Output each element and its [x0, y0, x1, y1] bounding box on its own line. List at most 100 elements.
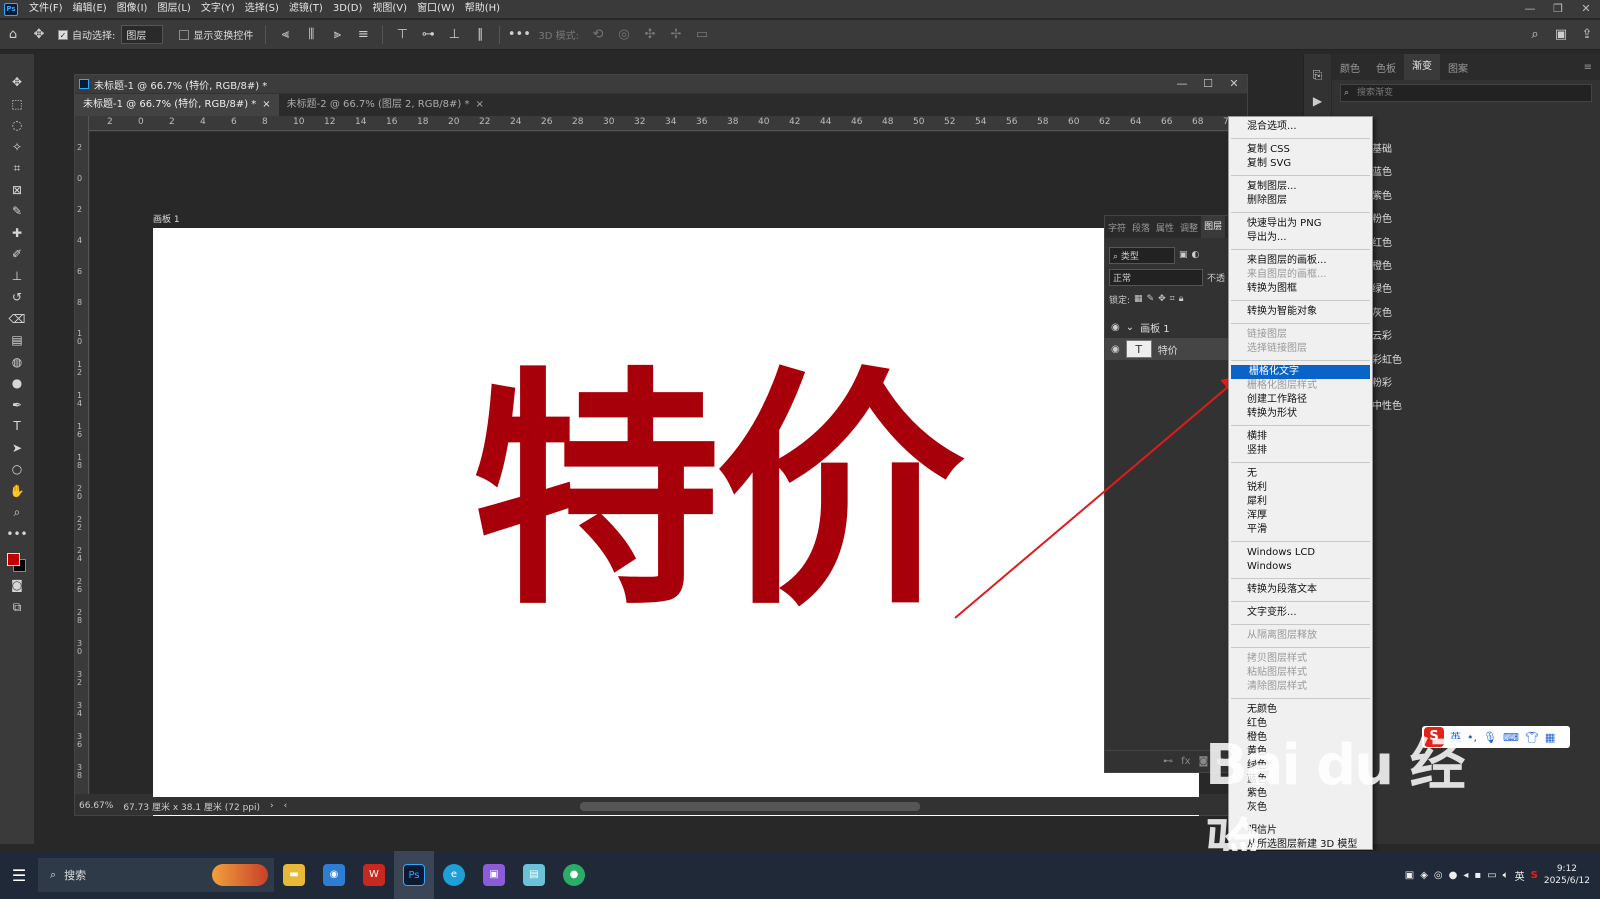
- share-icon[interactable]: ⇪: [1574, 27, 1600, 42]
- context-menu-item[interactable]: 犀利: [1229, 495, 1372, 509]
- hand-tool-icon[interactable]: ✋: [5, 481, 29, 503]
- minimize-icon[interactable]: —: [1516, 0, 1544, 18]
- edge-browser-icon[interactable]: e: [434, 851, 474, 899]
- context-menu-item[interactable]: 平滑: [1229, 523, 1372, 537]
- panel-menu-icon[interactable]: ≡: [1576, 62, 1600, 73]
- lasso-tool-icon[interactable]: ◌: [5, 115, 29, 137]
- menu-item[interactable]: 文件(F): [24, 0, 68, 18]
- tray-arrow-icon[interactable]: ◂: [1463, 870, 1468, 881]
- context-menu-item[interactable]: 复制 CSS: [1229, 143, 1372, 157]
- wechat-icon[interactable]: ●: [554, 851, 594, 899]
- menu-item[interactable]: 选择(S): [240, 0, 284, 18]
- move-tool-icon[interactable]: ✥: [26, 27, 52, 42]
- document-size[interactable]: 67.73 厘米 x 38.1 厘米 (72 ppi): [123, 800, 260, 813]
- microphone-icon[interactable]: 🎙︎: [1483, 731, 1497, 744]
- clock[interactable]: 9:12 2025/6/12: [1544, 863, 1590, 887]
- menu-item[interactable]: 图层(L): [152, 0, 195, 18]
- context-menu-item[interactable]: 转换为段落文本: [1229, 583, 1372, 597]
- chevron-left-icon[interactable]: ‹: [284, 801, 288, 811]
- close-icon[interactable]: ✕: [1221, 75, 1247, 93]
- canvas-area[interactable]: 画板 1 特价: [90, 132, 1247, 816]
- play-actions-icon[interactable]: ▶: [1304, 88, 1331, 114]
- maximize-icon[interactable]: ☐: [1195, 75, 1221, 93]
- menu-item[interactable]: 图像(I): [112, 0, 153, 18]
- context-menu-item[interactable]: 混合选项...: [1229, 120, 1372, 134]
- gradient-group-item[interactable]: 彩虹色: [1372, 351, 1402, 374]
- close-icon[interactable]: ×: [262, 94, 270, 116]
- input-language[interactable]: 英: [1515, 868, 1525, 883]
- context-menu-item[interactable]: 灰色: [1229, 801, 1372, 815]
- move-tool-icon[interactable]: ✥: [5, 72, 29, 94]
- ellipse-tool-icon[interactable]: ○: [5, 459, 29, 481]
- context-menu-item[interactable]: 来自图层的画板...: [1229, 254, 1372, 268]
- horizontal-scrollbar[interactable]: [580, 802, 920, 811]
- crop-tool-icon[interactable]: ⌗: [5, 158, 29, 180]
- blur-tool-icon[interactable]: ◍: [5, 352, 29, 374]
- context-menu-item[interactable]: 蓝色: [1229, 773, 1372, 787]
- skin-icon[interactable]: 👕︎: [1525, 731, 1539, 744]
- menu-item[interactable]: 帮助(H): [460, 0, 505, 18]
- align-top-icon[interactable]: ⊤: [389, 27, 415, 42]
- gradient-group-item[interactable]: 基础: [1372, 140, 1402, 163]
- more-icon[interactable]: •••: [506, 27, 532, 42]
- minimize-icon[interactable]: —: [1169, 75, 1195, 93]
- quick-mask-icon[interactable]: ◙: [5, 575, 29, 597]
- context-menu-item[interactable]: 紫色: [1229, 787, 1372, 801]
- artboard[interactable]: 特价: [153, 228, 1199, 816]
- color-swatches[interactable]: [5, 549, 29, 575]
- frame-tool-icon[interactable]: ⊠: [5, 180, 29, 202]
- tab-patterns[interactable]: 图案: [1440, 60, 1476, 75]
- eraser-icon[interactable]: ⌫: [5, 309, 29, 331]
- context-menu-item[interactable]: 复制图层...: [1229, 180, 1372, 194]
- ime-language[interactable]: 英: [1450, 729, 1461, 745]
- gradient-group-item[interactable]: 中性色: [1372, 397, 1402, 420]
- context-menu-item[interactable]: 转换为形状: [1229, 407, 1372, 421]
- gradient-group-item[interactable]: 粉彩: [1372, 374, 1402, 397]
- lock-transparency-icon[interactable]: ▦: [1134, 294, 1143, 304]
- gradient-group-item[interactable]: 橙色: [1372, 257, 1402, 280]
- stamp-tool-icon[interactable]: ⊥: [5, 266, 29, 288]
- path-select-icon[interactable]: ➤: [5, 438, 29, 460]
- menu-item[interactable]: 编辑(E): [68, 0, 112, 18]
- sogou-tray-icon[interactable]: S: [1531, 870, 1538, 881]
- context-menu-item[interactable]: 绿色: [1229, 759, 1372, 773]
- fx-icon[interactable]: fx: [1181, 756, 1190, 767]
- layer-select-dropdown[interactable]: 图层: [121, 25, 164, 44]
- lock-paint-icon[interactable]: ✎: [1147, 294, 1155, 304]
- home-icon[interactable]: ⌂: [0, 27, 26, 42]
- menu-item[interactable]: 文字(Y): [196, 0, 240, 18]
- notepad-icon[interactable]: ▤: [514, 851, 554, 899]
- tab-layers[interactable]: 图层: [1201, 216, 1226, 238]
- type-tool-icon[interactable]: T: [5, 416, 29, 438]
- context-menu-item[interactable]: 横排: [1229, 430, 1372, 444]
- adjustment-layer-icon[interactable]: ◐: [1216, 756, 1225, 767]
- gradient-group-item[interactable]: 红色: [1372, 234, 1402, 257]
- history-icon[interactable]: ⎘: [1304, 62, 1331, 88]
- artboard-label[interactable]: 画板 1: [153, 212, 180, 225]
- context-menu-item[interactable]: 明信片: [1229, 824, 1372, 838]
- search-icon[interactable]: ⌕: [1522, 27, 1548, 42]
- adjustment-filter-icon[interactable]: ◐: [1192, 250, 1200, 260]
- visibility-eye-icon[interactable]: ◉: [1111, 322, 1120, 333]
- tray-game-icon[interactable]: ◎: [1434, 870, 1443, 881]
- context-menu-item[interactable]: 快速导出为 PNG: [1229, 217, 1372, 231]
- lock-position-icon[interactable]: ✥: [1158, 294, 1166, 304]
- restore-icon[interactable]: ❐: [1544, 0, 1572, 18]
- menu-item[interactable]: 视图(V): [367, 0, 412, 18]
- align-center-icon[interactable]: ⫼: [298, 27, 324, 42]
- tab-color[interactable]: 颜色: [1332, 60, 1368, 75]
- align-left-icon[interactable]: ⫷: [272, 27, 298, 42]
- menu-item[interactable]: 滤镜(T): [284, 0, 328, 18]
- close-icon[interactable]: ✕: [1572, 0, 1600, 18]
- tab-character[interactable]: 字符: [1105, 221, 1129, 234]
- image-filter-icon[interactable]: ▣: [1179, 250, 1188, 260]
- text-layer-content[interactable]: 特价: [471, 368, 965, 618]
- show-transform-checkbox[interactable]: [179, 29, 190, 40]
- app-icon-purple[interactable]: ▣: [474, 851, 514, 899]
- menu-item[interactable]: 3D(D): [328, 0, 368, 18]
- lock-all-icon[interactable]: 🔒︎: [1179, 294, 1184, 304]
- context-menu-item[interactable]: 转换为图框: [1229, 282, 1372, 296]
- context-menu-item[interactable]: 锐利: [1229, 481, 1372, 495]
- network-icon[interactable]: ▭: [1487, 870, 1496, 881]
- punctuation-icon[interactable]: •,: [1467, 731, 1477, 744]
